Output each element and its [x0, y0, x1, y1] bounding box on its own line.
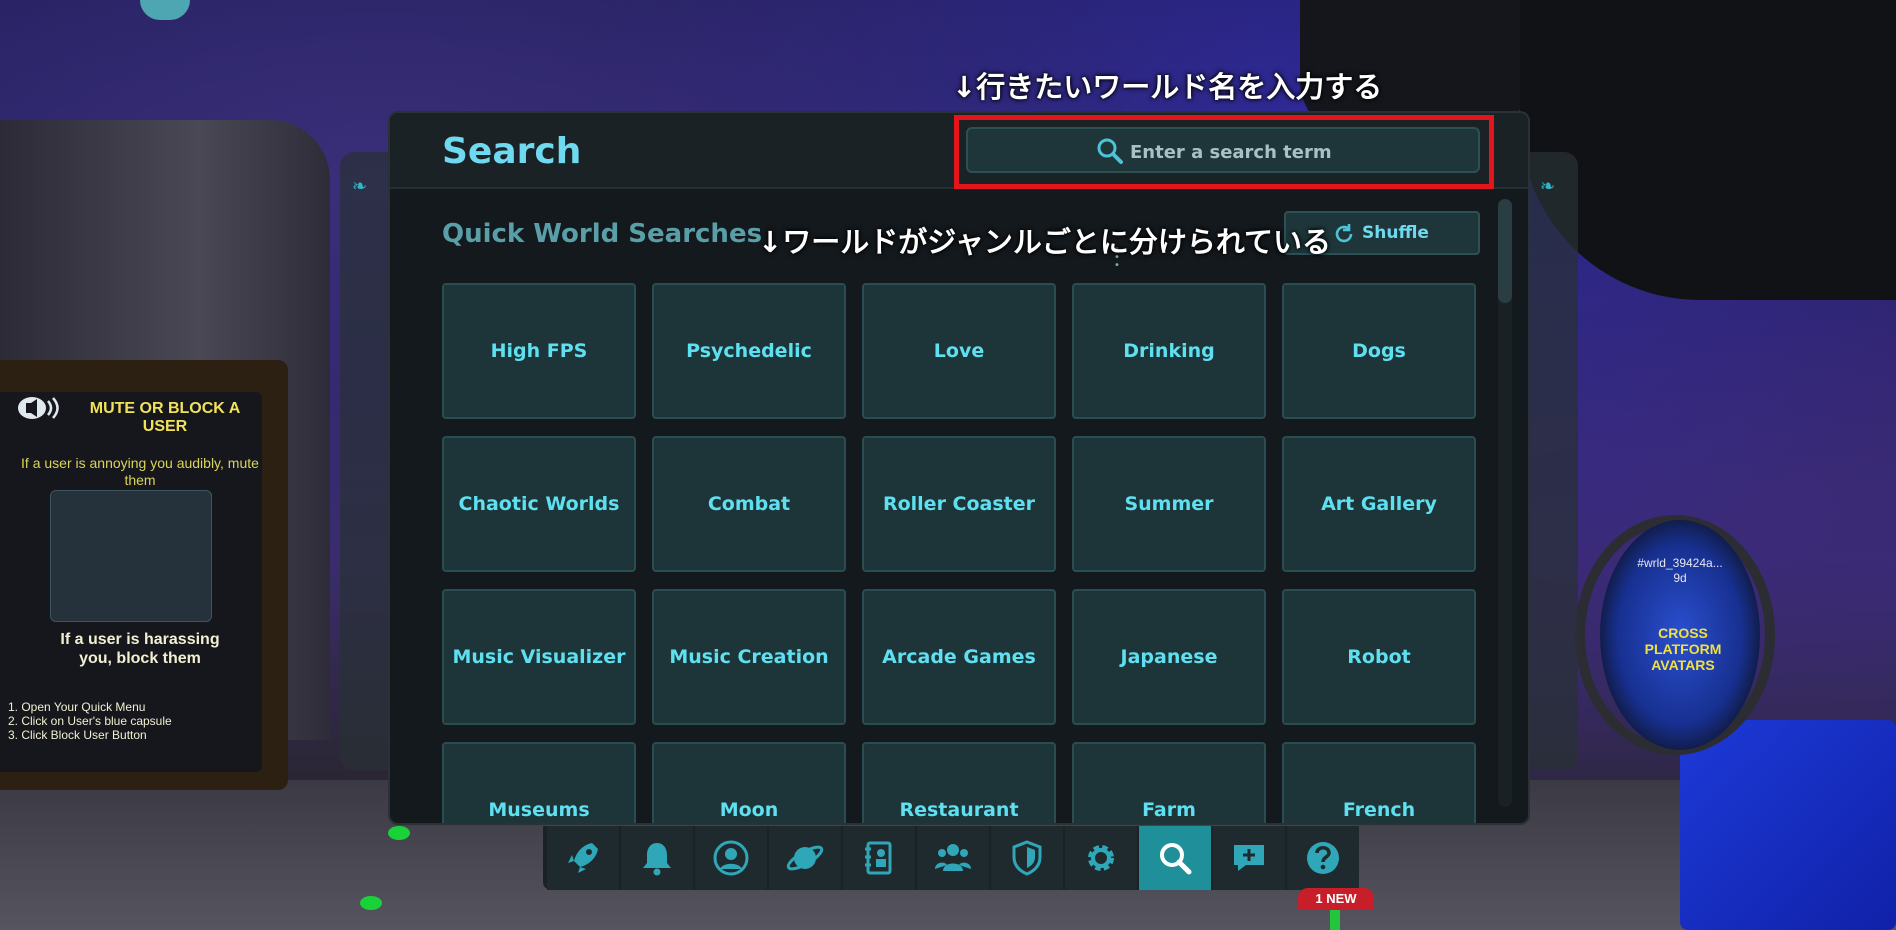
- category-tile[interactable]: Psychedelic: [652, 283, 846, 419]
- section-title: Quick World Searches: [442, 219, 763, 249]
- category-tile[interactable]: High FPS: [442, 283, 636, 419]
- category-tile[interactable]: Art Gallery: [1282, 436, 1476, 572]
- annotation-search-hint: ↓行きたいワールド名を入力する: [952, 70, 1383, 104]
- scrollbar[interactable]: [1498, 199, 1512, 807]
- dock-chat-button[interactable]: [1213, 826, 1285, 890]
- gear-icon: [1088, 845, 1114, 871]
- planet-icon: [786, 845, 824, 871]
- signboard-step: 3. Click Block User Button: [8, 728, 147, 742]
- mute-speaker-icon: [18, 397, 59, 419]
- signboard-mute-text: If a user is annoying you audibly, mute …: [21, 455, 259, 488]
- rocket-icon: [568, 843, 598, 873]
- category-grid: High FPS Psychedelic Love Drinking Dogs …: [442, 283, 1482, 823]
- portal-world-id: #wrld_39424a... 9d: [1620, 556, 1740, 586]
- portal-world-id-text: #wrld_39424a...: [1637, 556, 1723, 570]
- search-highlight-box: [954, 115, 1494, 189]
- category-tile[interactable]: Robot: [1282, 589, 1476, 725]
- refresh-icon: [1335, 224, 1353, 243]
- signboard-step: 2. Click on User's blue capsule: [8, 714, 172, 728]
- page-title: Search: [442, 131, 582, 172]
- quick-menu-dock: [543, 826, 1359, 890]
- category-tile[interactable]: Farm: [1072, 742, 1266, 823]
- dock-social-button[interactable]: [843, 826, 915, 890]
- scrollbar-thumb[interactable]: [1498, 199, 1512, 303]
- category-tile[interactable]: Chaotic Worlds: [442, 436, 636, 572]
- category-tile[interactable]: Music Visualizer: [442, 589, 636, 725]
- background-ball: [140, 0, 190, 20]
- category-tile[interactable]: Love: [862, 283, 1056, 419]
- search-icon: [1160, 843, 1192, 875]
- dock-worlds-button[interactable]: [769, 826, 841, 890]
- category-tile[interactable]: Drinking: [1072, 283, 1266, 419]
- dock-notifications-button[interactable]: [621, 826, 693, 890]
- category-tile[interactable]: Museums: [442, 742, 636, 823]
- signboard-title: MUTE OR BLOCK A USER: [89, 400, 241, 435]
- shield-icon: [1012, 840, 1042, 876]
- category-tile[interactable]: Combat: [652, 436, 846, 572]
- category-tile[interactable]: French: [1282, 742, 1476, 823]
- floor-light: [388, 826, 410, 840]
- floor-light: [360, 896, 382, 910]
- category-tile[interactable]: Restaurant: [862, 742, 1056, 823]
- dock-safety-button[interactable]: [991, 826, 1063, 890]
- profile-icon: [713, 840, 749, 876]
- dock-profile-button[interactable]: [695, 826, 767, 890]
- annotation-category-hint: ↓ワールドがジャンルごとに分けられている: [758, 225, 1331, 259]
- dock-search-button[interactable]: [1139, 826, 1211, 890]
- signboard-step: 1. Open Your Quick Menu: [8, 700, 146, 714]
- category-tile[interactable]: Moon: [652, 742, 846, 823]
- dock-groups-button[interactable]: [917, 826, 989, 890]
- bell-icon: [643, 843, 671, 876]
- badge-stem: [1330, 910, 1340, 930]
- dock-help-button[interactable]: [1287, 826, 1359, 890]
- leaf-icon: ❧: [352, 176, 368, 197]
- dock-launch-button[interactable]: [547, 826, 619, 890]
- category-tile[interactable]: Arcade Games: [862, 589, 1056, 725]
- category-tile[interactable]: Summer: [1072, 436, 1266, 572]
- help-icon: [1307, 842, 1339, 874]
- signboard-steps: 1. Open Your Quick Menu 2. Click on User…: [8, 700, 258, 742]
- dock-settings-button[interactable]: [1065, 826, 1137, 890]
- category-tile[interactable]: Music Creation: [652, 589, 846, 725]
- chat-add-icon: [1234, 845, 1264, 871]
- category-tile[interactable]: Dogs: [1282, 283, 1476, 419]
- shuffle-label: Shuffle: [1362, 223, 1429, 243]
- background-blue-block: [1680, 720, 1896, 930]
- signboard-menu-illustration: [50, 490, 212, 622]
- contacts-book-icon: [865, 841, 892, 875]
- signboard-block-text: If a user is harassing you, block them: [60, 631, 220, 667]
- group-icon: [935, 844, 971, 871]
- leaf-icon: ❧: [1540, 176, 1556, 197]
- portal-age: 9d: [1673, 571, 1687, 585]
- category-tile[interactable]: Japanese: [1072, 589, 1266, 725]
- category-tile[interactable]: Roller Coaster: [862, 436, 1056, 572]
- new-notification-badge: 1 NEW: [1298, 888, 1374, 910]
- portal-label: CROSS PLATFORM AVATARS: [1644, 625, 1722, 673]
